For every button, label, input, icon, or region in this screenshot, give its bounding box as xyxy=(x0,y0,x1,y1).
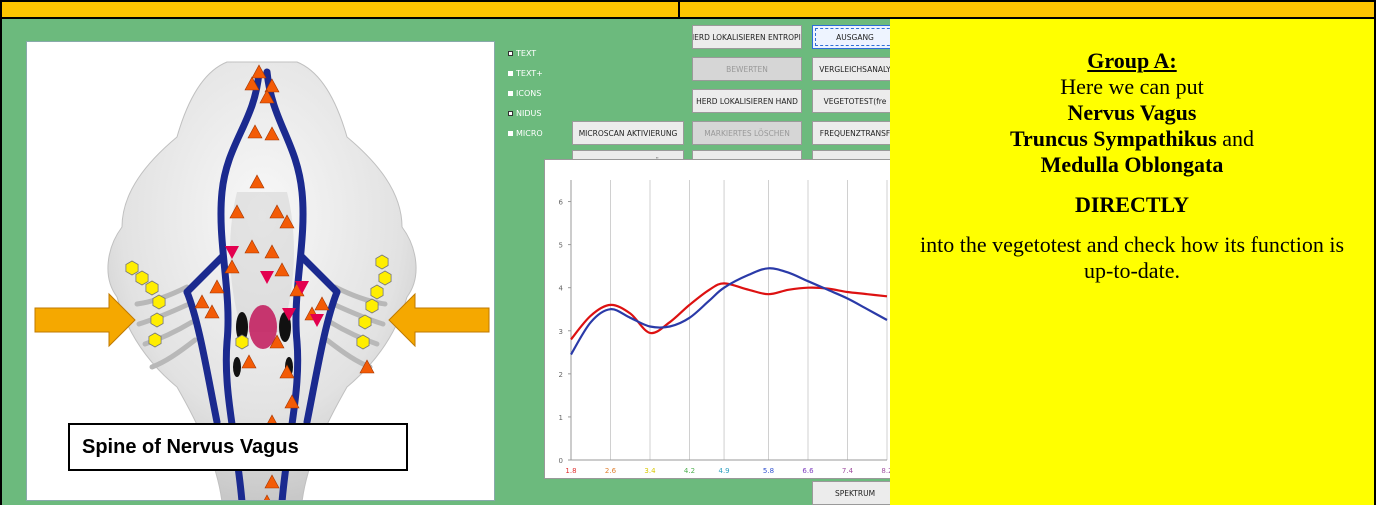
option-icons[interactable]: ICONS xyxy=(508,83,568,103)
hexagon-marker-icon xyxy=(375,254,389,270)
hexagon-marker-icon xyxy=(356,334,370,350)
y-tick-label: 2 xyxy=(559,371,563,379)
chart-svg: 1.82.63.44.24.95.86.67.48.20123456 xyxy=(559,180,891,475)
vergleichsanalyse-button[interactable]: VERGLEICHSANALY xyxy=(812,57,898,81)
x-tick-label: 5.8 xyxy=(763,467,774,475)
display-options: TEXT TEXT+ ICONS NIDUS MICRO xyxy=(508,43,568,143)
option-label: NIDUS xyxy=(516,108,542,118)
option-label: ICONS xyxy=(516,88,542,98)
x-tick-label: 4.9 xyxy=(718,467,729,475)
hexagon-marker-icon xyxy=(358,314,372,330)
hexagon-marker-icon xyxy=(152,294,166,310)
bewerten-button[interactable]: BEWERTEN xyxy=(692,57,802,81)
info-directly: DIRECTLY xyxy=(1074,192,1190,217)
microscan-aktivierung-button[interactable]: MICROSCAN AKTIVIERUNG xyxy=(572,121,684,145)
option-label: MICRO xyxy=(516,128,543,138)
herd-lokalisieren-entropie-button[interactable]: HERD LOKALISIEREN ENTROPIE xyxy=(692,25,802,49)
checkbox-icon[interactable] xyxy=(508,50,513,56)
frequenztransfer-button[interactable]: FREQUENZTRANSF xyxy=(812,121,898,145)
y-tick-label: 3 xyxy=(559,328,563,336)
x-tick-label: 6.6 xyxy=(802,467,814,475)
info-panel-group-a: Group A: Here we can put Nervus Vagus Tr… xyxy=(890,19,1374,505)
x-tick-label: 2.6 xyxy=(605,467,617,475)
y-tick-label: 1 xyxy=(559,414,563,422)
option-label: TEXT xyxy=(516,48,537,58)
top-header-bar xyxy=(0,0,1376,19)
vegetotest-button[interactable]: VEGETOTEST(fre xyxy=(812,89,898,113)
caption-spine-of-nervus-vagus: Spine of Nervus Vagus xyxy=(68,423,408,471)
info-truncus-sympathikus: Truncus Sympathikus xyxy=(1009,126,1217,151)
info-line-3: Truncus Sympathikus and xyxy=(890,126,1374,152)
info-medulla-oblongata: Medulla Oblongata xyxy=(1040,152,1224,177)
series-line-blue xyxy=(570,267,888,356)
ausgang-button[interactable]: AUSGANG xyxy=(812,25,898,49)
y-tick-label: 0 xyxy=(559,457,563,465)
hexagon-marker-icon xyxy=(145,280,159,296)
hexagon-marker-icon xyxy=(378,270,392,286)
option-text-plus[interactable]: TEXT+ xyxy=(508,63,568,83)
checkbox-icon[interactable] xyxy=(508,130,513,136)
app-window: Spine of Nervus Vagus TEXT TEXT+ ICONS N… xyxy=(2,19,898,505)
x-tick-label: 4.2 xyxy=(684,467,695,475)
checkbox-icon[interactable] xyxy=(508,70,513,76)
info-tail-text: into the vegetotest and check how its fu… xyxy=(919,232,1344,283)
x-tick-label: 1.8 xyxy=(565,467,576,475)
x-tick-label: 7.4 xyxy=(842,467,854,475)
option-micro[interactable]: MICRO xyxy=(508,123,568,143)
y-tick-label: 6 xyxy=(559,199,564,207)
hexagon-marker-icon xyxy=(235,334,249,350)
header-divider xyxy=(678,2,680,17)
spektrum-button[interactable]: SPEKTRUM xyxy=(812,481,898,505)
x-tick-label: 3.4 xyxy=(644,467,656,475)
option-nidus[interactable]: NIDUS xyxy=(508,103,568,123)
checkbox-icon[interactable] xyxy=(508,90,513,96)
y-tick-label: 4 xyxy=(559,285,564,293)
vegetotest-chart: 1.82.63.44.24.95.86.67.48.20123456 xyxy=(544,159,892,479)
hexagon-marker-icon xyxy=(125,260,139,276)
markiertes-loeschen-button[interactable]: MARKIERTES LÖSCHEN xyxy=(692,121,802,145)
hexagon-marker-icon xyxy=(365,298,379,314)
hexagon-marker-icon xyxy=(148,332,162,348)
info-line-1: Here we can put xyxy=(1060,74,1204,99)
herd-lokalisieren-hand-button[interactable]: HERD LOKALISIEREN HAND xyxy=(692,89,802,113)
hexagon-marker-icon xyxy=(370,284,384,300)
info-and: and xyxy=(1216,126,1255,151)
hexagon-marker-icon xyxy=(135,270,149,286)
info-line-nervus-vagus: Nervus Vagus xyxy=(1067,100,1197,125)
checkbox-icon[interactable] xyxy=(508,110,513,116)
option-label: TEXT+ xyxy=(516,68,543,78)
y-tick-label: 5 xyxy=(559,242,563,250)
hexagon-marker-icon xyxy=(150,312,164,328)
group-heading: Group A: xyxy=(1087,48,1177,73)
option-text[interactable]: TEXT xyxy=(508,43,568,63)
